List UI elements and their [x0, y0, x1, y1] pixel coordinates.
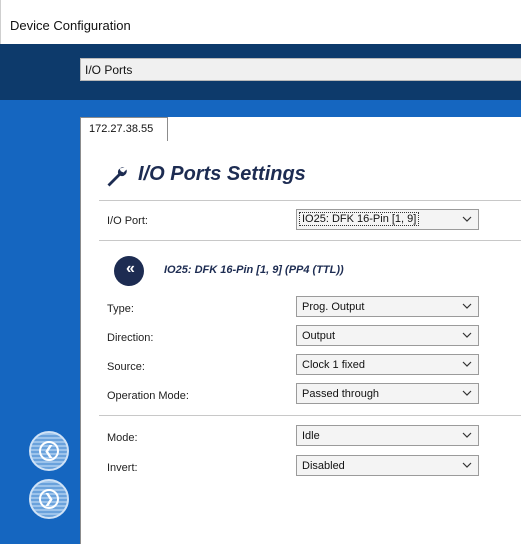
wrench-icon: [107, 167, 127, 187]
window-titlebar: Device Configuration: [0, 0, 521, 44]
tab-device[interactable]: 172.27.38.55: [80, 117, 168, 142]
type-select[interactable]: Prog. Output: [296, 296, 479, 317]
chevron-down-icon: [462, 361, 472, 367]
mode-value: Idle: [302, 430, 320, 442]
divider: [99, 240, 521, 241]
chevron-down-icon: [462, 216, 472, 222]
source-value: Clock 1 fixed: [302, 359, 365, 371]
divider: [99, 200, 521, 201]
io-port-select[interactable]: IO25: DFK 16-Pin [1, 9]: [296, 209, 479, 230]
operation-mode-label: Operation Mode:: [107, 390, 189, 402]
io-port-value: IO25: DFK 16-Pin [1, 9]: [298, 212, 420, 226]
type-label: Type:: [107, 303, 134, 315]
chevron-down-icon: [462, 390, 472, 396]
source-select[interactable]: Clock 1 fixed: [296, 354, 479, 375]
direction-value: Output: [302, 330, 336, 342]
chevron-down-icon: [462, 462, 472, 468]
chevron-down-icon: [462, 303, 472, 309]
breadcrumb-label: I/O Ports: [85, 63, 133, 77]
mode-label: Mode:: [107, 432, 138, 444]
io-port-label: I/O Port:: [107, 215, 148, 227]
chevron-down-icon: [462, 332, 472, 338]
back-button[interactable]: «: [114, 256, 144, 286]
breadcrumb[interactable]: I/O Ports: [80, 58, 521, 81]
mode-select[interactable]: Idle: [296, 425, 479, 446]
invert-value: Disabled: [302, 460, 345, 472]
operation-mode-value: Passed through: [302, 388, 380, 400]
direction-select[interactable]: Output: [296, 325, 479, 346]
invert-select[interactable]: Disabled: [296, 455, 479, 476]
direction-label: Direction:: [107, 332, 154, 344]
type-value: Prog. Output: [302, 301, 365, 313]
operation-mode-select[interactable]: Passed through: [296, 383, 479, 404]
chevron-left-icon: ❮: [39, 441, 59, 461]
previous-page-button[interactable]: ❮: [29, 431, 69, 471]
tab-strip: [80, 100, 521, 117]
port-section-title: IO25: DFK 16-Pin [1, 9] (PP4 (TTL)): [164, 264, 344, 276]
window-title: Device Configuration: [10, 18, 131, 33]
double-chevron-left-icon: «: [126, 260, 135, 277]
tab-device-label: 172.27.38.55: [89, 123, 154, 135]
invert-label: Invert:: [107, 462, 138, 474]
left-navigation-column: [0, 100, 80, 544]
chevron-right-icon: ❯: [39, 489, 59, 509]
next-page-button[interactable]: ❯: [29, 479, 69, 519]
page-title-text: I/O Ports Settings: [138, 163, 306, 185]
divider: [99, 415, 521, 416]
source-label: Source:: [107, 361, 145, 373]
chevron-down-icon: [462, 432, 472, 438]
